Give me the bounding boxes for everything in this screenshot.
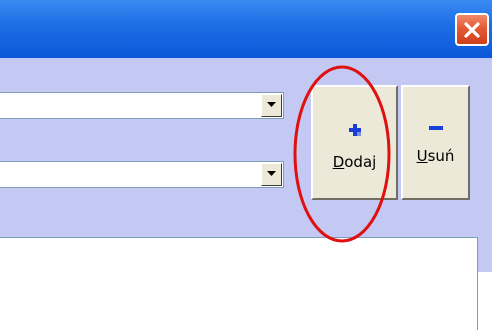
chevron-down-icon xyxy=(267,102,276,107)
remove-button[interactable]: Usuń xyxy=(401,85,470,200)
window-titlebar xyxy=(0,0,492,58)
content-panel xyxy=(0,237,478,330)
combo-box-1[interactable] xyxy=(0,92,284,119)
chevron-down-icon xyxy=(267,171,276,176)
minus-icon xyxy=(429,126,443,130)
close-x-icon xyxy=(464,22,480,38)
dialog-body: Dodaj Usuń xyxy=(0,58,492,330)
add-button-label: Dodaj xyxy=(332,153,377,171)
plus-icon xyxy=(349,124,361,136)
combo-box-1-dropdown-button[interactable] xyxy=(261,94,282,117)
remove-button-label: Usuń xyxy=(416,147,455,165)
close-button[interactable] xyxy=(455,13,489,46)
add-button[interactable]: Dodaj xyxy=(311,85,398,200)
combo-box-2[interactable] xyxy=(0,161,284,188)
combo-box-2-dropdown-button[interactable] xyxy=(261,163,282,186)
